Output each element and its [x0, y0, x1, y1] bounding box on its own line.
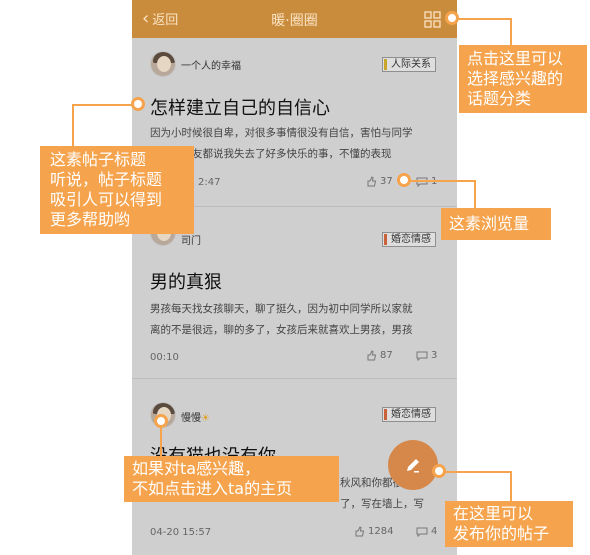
- comment-count: 4: [416, 526, 437, 537]
- view-count-value: 37: [380, 176, 393, 187]
- callout-marker: [131, 97, 145, 111]
- page-title: 暖·圈圈: [271, 13, 318, 29]
- callout-text: 选择感兴趣的: [467, 69, 564, 88]
- callout-text: 如果对ta感兴趣，: [132, 459, 261, 478]
- post-time: 2:47: [198, 177, 221, 188]
- hand-icon: [367, 350, 377, 361]
- publish-post-button[interactable]: [388, 440, 438, 490]
- comment-count: 3: [416, 350, 437, 361]
- callout-text: 发布你的帖子: [453, 524, 550, 543]
- comment-icon: [416, 527, 428, 537]
- comment-icon: [416, 351, 428, 361]
- callout-connector: [72, 104, 138, 146]
- post-title[interactable]: 怎样建立自己的自信心: [150, 94, 330, 120]
- view-count: 87: [366, 350, 393, 361]
- username-text: 慢慢: [181, 413, 201, 424]
- callout-text: 话题分类: [467, 89, 532, 108]
- callout-text: 不如点击进入ta的主页: [132, 479, 293, 498]
- callout-topic-grid: 点击这里可以 选择感兴趣的 话题分类: [459, 45, 587, 113]
- view-count-value: 87: [380, 350, 393, 361]
- callout-marker: [445, 11, 459, 25]
- username[interactable]: 司门: [181, 232, 201, 247]
- callout-view-count: 这素浏览量: [441, 208, 551, 240]
- comment-count-value: 3: [431, 350, 438, 361]
- pencil-icon: [407, 459, 419, 473]
- username[interactable]: 慢慢☀: [181, 409, 210, 424]
- callout-text: 在这里可以: [453, 504, 534, 523]
- callout-post-title: 这素帖子标题 听说，帖子标题 吸引人可以得到 更多帮助哟: [40, 146, 194, 234]
- post-title[interactable]: 男的真狠: [150, 268, 222, 294]
- view-count-value: 1284: [368, 526, 394, 537]
- hand-icon: [355, 526, 365, 537]
- callout-text: 吸引人可以得到: [50, 190, 163, 209]
- callout-text: 这素浏览量: [449, 214, 530, 233]
- navbar: ‹ 返回 暖·圈圈: [132, 0, 457, 38]
- excerpt-line: 离的不是很远，聊的多了，女孩后来就喜欢上男孩，男孩: [150, 324, 413, 336]
- topic-grid-button[interactable]: [424, 11, 441, 28]
- callout-marker: [397, 173, 411, 187]
- grid-icon: [424, 11, 441, 28]
- callout-connector: [457, 18, 512, 45]
- view-count: 1284: [354, 526, 393, 537]
- post-time: 00:10: [150, 352, 179, 363]
- post-excerpt: 男孩每天找女孩聊天，聊了挺久，因为初中同学所以家就 离的不是很远，聊的多了，女孩…: [150, 299, 440, 341]
- topic-tag[interactable]: 人际关系: [382, 57, 436, 72]
- topic-tag[interactable]: 婚恋情感: [382, 407, 436, 422]
- callout-text: 这素帖子标题: [50, 150, 147, 169]
- view-count: 37: [366, 176, 393, 187]
- excerpt-line: 因为小时候很自卑，对很多事情很没有自信，害怕与同学: [150, 127, 413, 139]
- sun-icon: ☀: [201, 413, 210, 424]
- callout-avatar: 如果对ta感兴趣， 不如点击进入ta的主页: [124, 456, 339, 502]
- callout-connector: [404, 180, 476, 208]
- callout-text: 更多帮助哟: [50, 210, 131, 229]
- excerpt-line: 了，写在墙上，写: [340, 498, 424, 510]
- callout-text: 点击这里可以: [467, 49, 564, 68]
- callout-marker: [432, 464, 446, 478]
- topic-tag[interactable]: 婚恋情感: [382, 232, 436, 247]
- username[interactable]: 一个人的幸福: [181, 57, 241, 72]
- excerpt-line: 男孩每天找女孩聊天，聊了挺久，因为初中同学所以家就: [150, 303, 413, 315]
- hand-icon: [367, 176, 377, 187]
- callout-text: 听说，帖子标题: [50, 170, 163, 189]
- comment-count-value: 4: [431, 526, 438, 537]
- avatar[interactable]: [150, 51, 176, 77]
- callout-publish: 在这里可以 发布你的帖子: [445, 501, 573, 547]
- callout-connector: [440, 471, 512, 501]
- callout-marker: [154, 414, 168, 428]
- post-time: 04-20 15:57: [150, 527, 212, 538]
